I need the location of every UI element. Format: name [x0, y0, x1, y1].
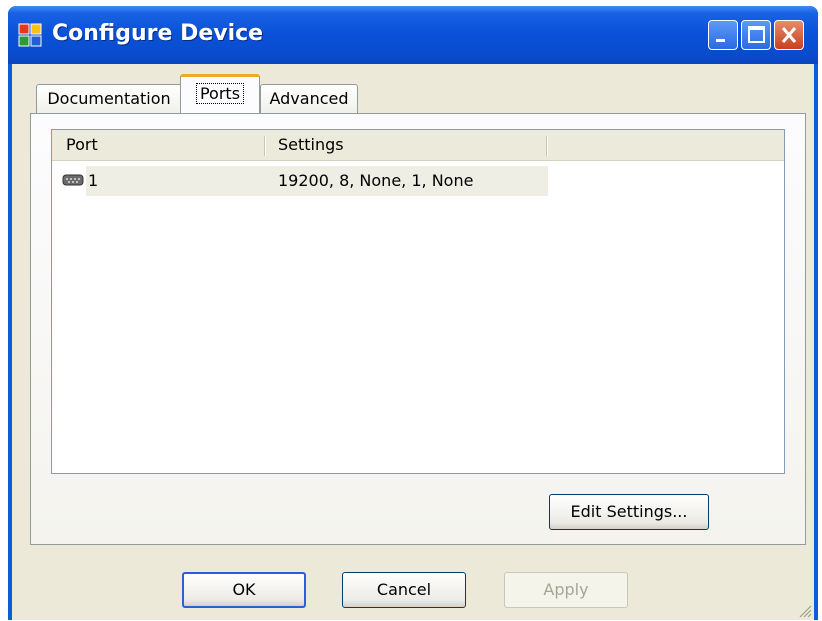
list-item[interactable]: 1 19200, 8, None, 1, None: [52, 166, 548, 196]
minimize-icon: [716, 39, 725, 42]
port-cell: 1: [88, 171, 99, 190]
close-button[interactable]: [774, 20, 804, 50]
serial-port-icon: [62, 174, 84, 186]
dialog-client-area: Documentation Advanced Ports Port Settin…: [12, 64, 814, 620]
apply-button[interactable]: Apply: [504, 572, 628, 608]
resize-grip-icon[interactable]: [796, 602, 812, 618]
tab-documentation[interactable]: Documentation: [36, 84, 182, 114]
title-bar[interactable]: Configure Device: [8, 6, 818, 64]
tab-ports-label: Ports: [195, 83, 245, 104]
minimize-button[interactable]: [708, 20, 738, 50]
ports-tab-panel: Port Settings 1 19200, 8, None, 1, None: [30, 113, 806, 545]
edit-settings-button[interactable]: Edit Settings...: [549, 494, 709, 530]
app-icon: [18, 23, 42, 47]
column-header-settings[interactable]: Settings: [264, 130, 548, 160]
ports-list[interactable]: Port Settings 1 19200, 8, None, 1, None: [51, 129, 785, 474]
column-header-port[interactable]: Port: [52, 130, 264, 160]
settings-cell: 19200, 8, None, 1, None: [278, 171, 474, 190]
configure-device-window: Configure Device Documentation Advanced …: [8, 6, 818, 620]
column-separator[interactable]: [546, 136, 548, 156]
ok-button[interactable]: OK: [182, 572, 306, 608]
window-title: Configure Device: [52, 21, 264, 46]
tab-ports[interactable]: Ports: [180, 74, 260, 114]
close-icon: [781, 27, 797, 43]
cancel-button[interactable]: Cancel: [342, 572, 466, 608]
maximize-button[interactable]: [741, 20, 771, 50]
ports-list-header: Port Settings: [52, 130, 784, 161]
tab-advanced[interactable]: Advanced: [260, 84, 358, 114]
maximize-icon: [748, 26, 765, 43]
